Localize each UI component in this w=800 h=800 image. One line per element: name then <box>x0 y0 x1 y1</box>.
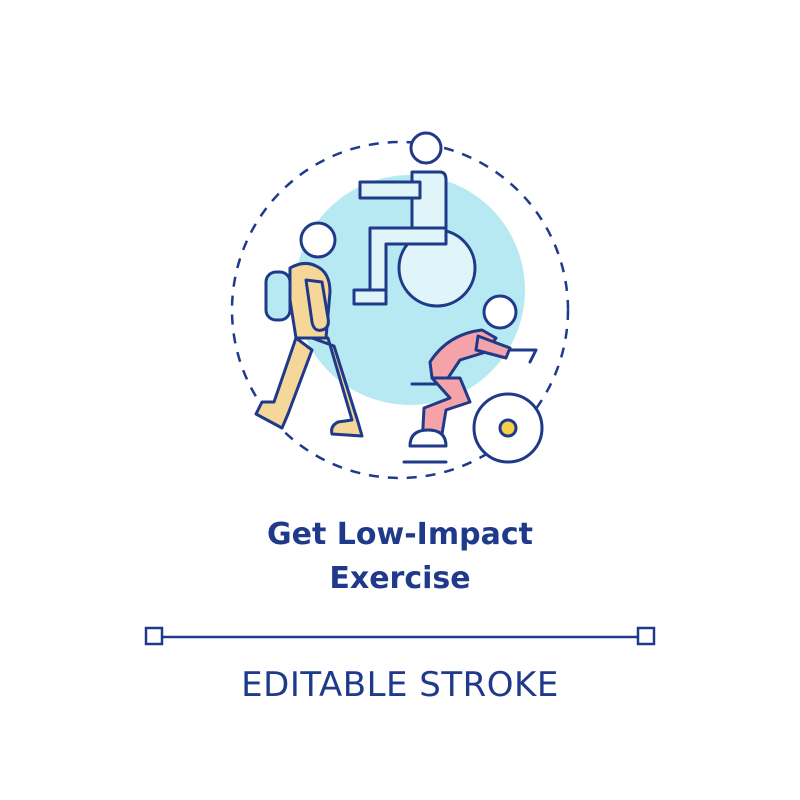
caption-line-1: Get Low-Impact <box>267 517 533 552</box>
caption-line-2: Exercise <box>329 561 471 596</box>
editable-stroke-label: EDITABLE STROKE <box>241 665 559 705</box>
page: Get Low-Impact Exercise EDITABLE STROKE <box>0 0 800 800</box>
